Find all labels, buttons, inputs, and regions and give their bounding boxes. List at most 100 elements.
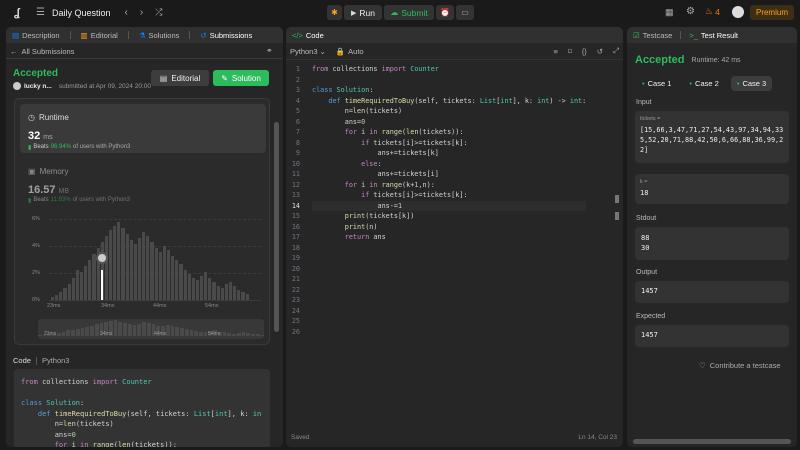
line-number: 24 (291, 306, 300, 315)
stdout-box: 88 30 (635, 227, 789, 260)
shuffle-icon[interactable]: ⤮ (155, 7, 162, 18)
runtime-unit: ms (43, 134, 53, 141)
divider (189, 31, 191, 39)
line-number: 15 (291, 212, 300, 220)
top-bar: ʆ ☰ Daily Question ‹ › ⤮ ✱ ▶ Run ☁ Submit … (0, 0, 800, 25)
memory-value: 16.57 (28, 184, 56, 196)
case-tab-2[interactable]: • Case 2 (683, 76, 724, 91)
histogram-bar (67, 284, 71, 300)
scrollbar[interactable] (274, 122, 279, 332)
tab-solutions[interactable]: ⚗ Solutions (139, 31, 180, 40)
terminal-icon: >_ (689, 30, 698, 40)
your-runtime-marker[interactable] (96, 252, 108, 264)
settings-gear-icon[interactable]: ⚙ (686, 6, 695, 17)
code-editor[interactable]: 1 2 3 4 5 6 7 8 9 10 11 12 13 14 15 16 17 18 19 20 21 22 23 24 2… (286, 64, 623, 434)
histogram-bar (51, 297, 55, 300)
line-number: 16 (291, 222, 300, 231)
line-number: 26 (291, 327, 300, 336)
tab-test-result[interactable]: >_ Test Result (689, 31, 738, 40)
result-status: Accepted (635, 54, 685, 66)
runtime-card[interactable]: ◷ Runtime 32 ms ▮ Beats 96.94% of users with… (20, 104, 266, 153)
case-tab-3[interactable]: • Case 3 (730, 76, 773, 91)
histogram-bar (183, 270, 187, 300)
tab-description[interactable]: ▤ Description (12, 31, 60, 40)
runtime-distribution-chart: 6% 4% 2% 0% 23ms 34ms 44ms 54ms (15, 215, 271, 310)
username[interactable]: lucky n... (24, 83, 52, 90)
pass-dot-icon: • (736, 79, 740, 88)
problem-list-icon[interactable]: ☰ (36, 7, 45, 18)
timer-icon[interactable]: ⏰ (436, 5, 454, 20)
histogram-bar (212, 282, 216, 300)
chevron-down-icon: ⌄ (319, 46, 326, 56)
histogram-bar (71, 330, 75, 336)
leetcode-logo-icon[interactable]: ʆ (10, 6, 24, 20)
histogram-bar (92, 254, 96, 300)
histogram-bar (260, 334, 264, 336)
result-runtime: Runtime: 42 ms (691, 56, 741, 64)
histogram-bar (241, 292, 245, 300)
histogram-bar (108, 230, 113, 300)
horizontal-scrollbar[interactable] (633, 439, 791, 444)
submit-button[interactable]: ☁ Submit (384, 5, 434, 20)
histogram-bar (61, 331, 66, 336)
editorial-button[interactable]: ▤ Editorial (151, 70, 209, 86)
tab-submissions[interactable]: ↺ Submissions (200, 31, 252, 40)
format-icon[interactable]: ≡ (553, 47, 557, 56)
editorial-icon: ▤ (159, 73, 168, 83)
histogram-bar (251, 334, 255, 336)
histogram-bar (80, 328, 85, 336)
histogram-bar (198, 331, 203, 336)
arrow-left-icon: ← (10, 47, 18, 56)
language-select[interactable]: Python3 ⌄ (290, 47, 326, 56)
next-problem-icon[interactable]: › (140, 7, 143, 18)
divider (35, 356, 37, 365)
line-number: 9 (295, 149, 300, 157)
histogram-bar (75, 329, 80, 336)
prev-problem-icon[interactable]: ‹ (125, 7, 128, 18)
cursor-position: Ln 14, Col 23 (578, 434, 617, 441)
back-to-submissions[interactable]: ← All Submissions (10, 47, 74, 56)
x-tick: 44ms (154, 331, 167, 337)
bookmark-icon[interactable]: ⌑ (568, 47, 572, 56)
premium-button[interactable]: Premium (750, 5, 794, 20)
notes-icon[interactable]: ▭ (456, 5, 474, 20)
input-label: Input (636, 99, 652, 106)
histogram-bar (94, 324, 99, 336)
x-tick: 34ms (100, 331, 113, 337)
tab-code[interactable]: </> Code (292, 31, 324, 40)
histogram-bar (154, 248, 158, 300)
histogram-bar (204, 272, 208, 300)
tab-testcase[interactable]: ☑ Testcase (633, 31, 672, 40)
histogram-bar (59, 292, 63, 300)
braces-icon[interactable]: {} (582, 47, 587, 56)
debug-icon[interactable]: ✱ (327, 5, 342, 20)
x-tick: 23ms (44, 331, 57, 337)
avatar[interactable] (732, 6, 744, 18)
contribute-testcase-link[interactable]: ♡ Contribute a testcase (699, 361, 781, 370)
daily-question-title[interactable]: Daily Question (52, 8, 111, 18)
range-overview[interactable]: 23ms 34ms 44ms 54ms (38, 319, 264, 339)
histogram-bar (241, 332, 246, 336)
solution-button[interactable]: ✎ Solution (213, 70, 269, 86)
histogram-bar (55, 295, 59, 300)
autocomplete-toggle[interactable]: 🔒 Auto (336, 47, 364, 56)
performance-card: ◷ Runtime 32 ms ▮ Beats 96.94% of users with… (14, 98, 270, 345)
submitted-time: submitted at Apr 09, 2024 20:00 (58, 82, 151, 90)
memory-card[interactable]: ▣ Memory 16.57 MB ▮ Beats 11.93% of users wi… (20, 159, 266, 207)
share-link-icon[interactable]: ⚭ (266, 46, 273, 55)
histogram-bar (129, 240, 133, 300)
divider (69, 31, 71, 39)
histogram-bar (137, 238, 142, 300)
runtime-beats: ▮ Beats 96.94% of users with Python3 (28, 144, 131, 151)
reset-icon[interactable]: ↺ (597, 47, 603, 56)
run-button[interactable]: ▶ Run (344, 5, 382, 20)
layout-icon[interactable]: ▦ (665, 7, 674, 18)
y-tick: 0% (32, 297, 40, 303)
histogram-bar (133, 244, 137, 300)
histogram-bar (162, 246, 166, 300)
histogram-bar (245, 294, 249, 300)
case-tab-1[interactable]: • Case 1 (636, 76, 677, 91)
streak-counter[interactable]: ♨ 4 (705, 6, 720, 17)
fullscreen-icon[interactable]: ⤢ (613, 46, 619, 56)
tab-editorial[interactable]: ▥ Editorial (81, 31, 118, 40)
